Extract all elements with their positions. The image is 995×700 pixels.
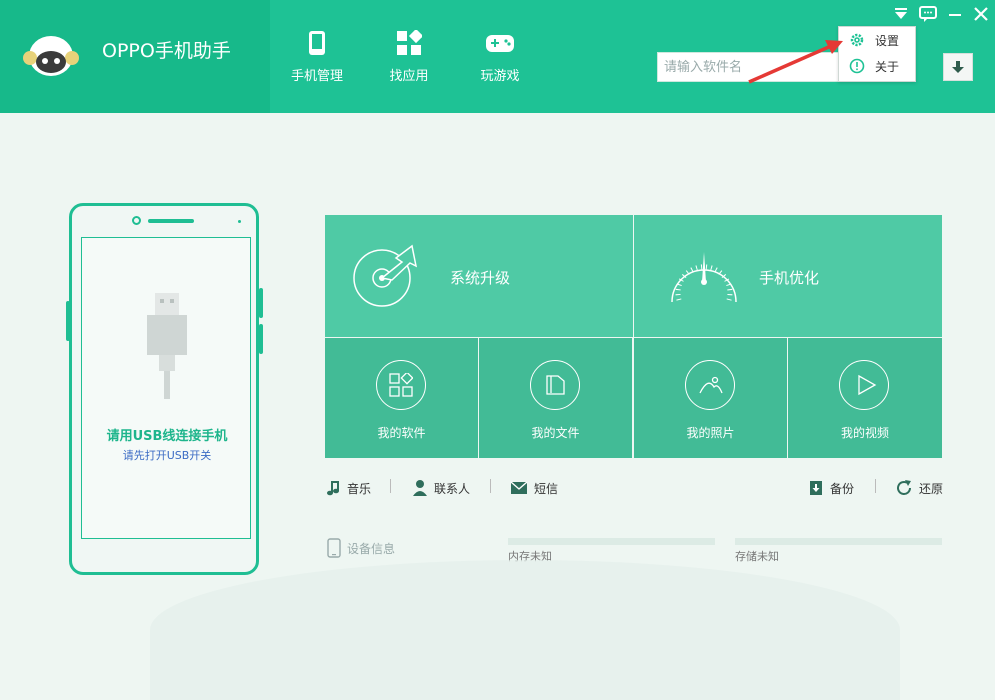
music-link[interactable]: 音乐	[325, 478, 371, 498]
separator	[390, 479, 391, 493]
refresh-icon	[897, 480, 911, 495]
tile-phone-optimize[interactable]: 手机优化	[634, 215, 942, 337]
tile-system-upgrade[interactable]: 系统升级	[325, 215, 633, 337]
camera-dot	[132, 216, 141, 225]
connect-subtitle: 请先打开USB开关	[122, 449, 212, 462]
brand-area: OPPO手机助手	[0, 0, 270, 113]
phone-manage-icon	[309, 31, 325, 55]
tile-my-videos[interactable]: 我的视频	[788, 338, 942, 458]
nav-phone-manage[interactable]: 手机管理	[277, 30, 357, 90]
software-icon	[389, 373, 413, 397]
download-icon	[952, 61, 964, 73]
tile-label: 我的照片	[686, 426, 735, 440]
menu-item-about[interactable]: 关于	[839, 53, 915, 79]
info-icon	[849, 58, 865, 74]
side-button	[66, 301, 70, 341]
nav-label: 找应用	[389, 69, 429, 84]
background-decoration	[150, 560, 900, 700]
nav-label: 手机管理	[290, 69, 343, 84]
tile-my-software[interactable]: 我的软件	[325, 338, 478, 458]
restore-link[interactable]: 还原	[895, 478, 943, 498]
contact-person-icon	[413, 480, 427, 496]
speaker-slot	[148, 219, 194, 223]
close-icon	[974, 7, 988, 21]
gamepad-icon	[486, 35, 514, 52]
sensor-dot	[238, 220, 241, 223]
device-phone-icon	[327, 538, 341, 558]
phone-connect-panel: 请用USB线连接手机 请先打开USB开关	[66, 203, 263, 575]
menu-item-settings[interactable]: 设置	[839, 27, 915, 53]
minimize-icon	[949, 14, 961, 16]
nav-find-apps[interactable]: 找应用	[369, 30, 449, 90]
nav-play-games[interactable]: 玩游戏	[460, 30, 540, 90]
side-button	[259, 288, 263, 318]
contacts-label: 联系人	[434, 481, 471, 496]
menu-item-label: 关于	[875, 59, 900, 74]
separator	[875, 479, 876, 493]
close-button[interactable]	[971, 4, 991, 24]
backup-link[interactable]: 备份	[808, 478, 854, 498]
tile-my-photos[interactable]: 我的照片	[634, 338, 787, 458]
download-button[interactable]	[943, 53, 973, 81]
feedback-button[interactable]	[918, 4, 938, 24]
menu-item-label: 设置	[875, 33, 900, 48]
usb-plug-icon	[147, 293, 187, 399]
app-title: OPPO手机助手	[102, 40, 231, 62]
settings-dropdown-menu: 设置 关于	[838, 26, 916, 82]
tile-my-files[interactable]: 我的文件	[479, 338, 632, 458]
robot-logo-icon	[23, 36, 79, 76]
dropdown-triangle-icon	[895, 8, 907, 19]
folder-icon	[546, 375, 565, 395]
tile-label: 手机优化	[759, 269, 820, 287]
connect-title: 请用USB线连接手机	[106, 429, 228, 444]
restore-label: 还原	[919, 481, 944, 496]
contacts-link[interactable]: 联系人	[412, 478, 470, 498]
memory-bar	[508, 538, 715, 545]
minimize-button[interactable]	[945, 4, 965, 24]
tile-label: 我的软件	[377, 426, 426, 440]
device-info-label: 设备信息	[347, 541, 396, 556]
sms-link[interactable]: 短信	[510, 478, 558, 498]
speedometer-icon	[671, 252, 737, 303]
chat-bubble-icon	[919, 6, 937, 22]
nav-label: 玩游戏	[480, 69, 520, 84]
side-button	[259, 324, 263, 354]
backup-label: 备份	[830, 481, 855, 496]
tile-label: 我的文件	[531, 426, 580, 440]
storage-bar	[735, 538, 942, 545]
upgrade-icon	[353, 244, 418, 307]
tile-label: 系统升级	[450, 269, 511, 287]
music-label: 音乐	[347, 481, 372, 496]
tile-label: 我的视频	[840, 426, 889, 440]
sms-label: 短信	[534, 481, 559, 496]
feature-tiles: 系统升级 手机优化 我的软件 我的文件 我的照片 我的视频	[325, 215, 942, 458]
backup-icon	[810, 481, 822, 495]
envelope-icon	[510, 481, 528, 494]
gear-icon	[850, 33, 864, 47]
phone-screen: 请用USB线连接手机 请先打开USB开关	[81, 237, 251, 539]
separator	[490, 479, 491, 493]
device-info: 设备信息	[327, 538, 395, 558]
play-icon	[858, 374, 877, 396]
photo-icon	[699, 376, 723, 394]
music-note-icon	[327, 481, 339, 496]
storage-label: 存储未知	[735, 550, 779, 563]
menu-dropdown-button[interactable]	[891, 4, 911, 24]
apps-grid-icon	[397, 30, 422, 55]
